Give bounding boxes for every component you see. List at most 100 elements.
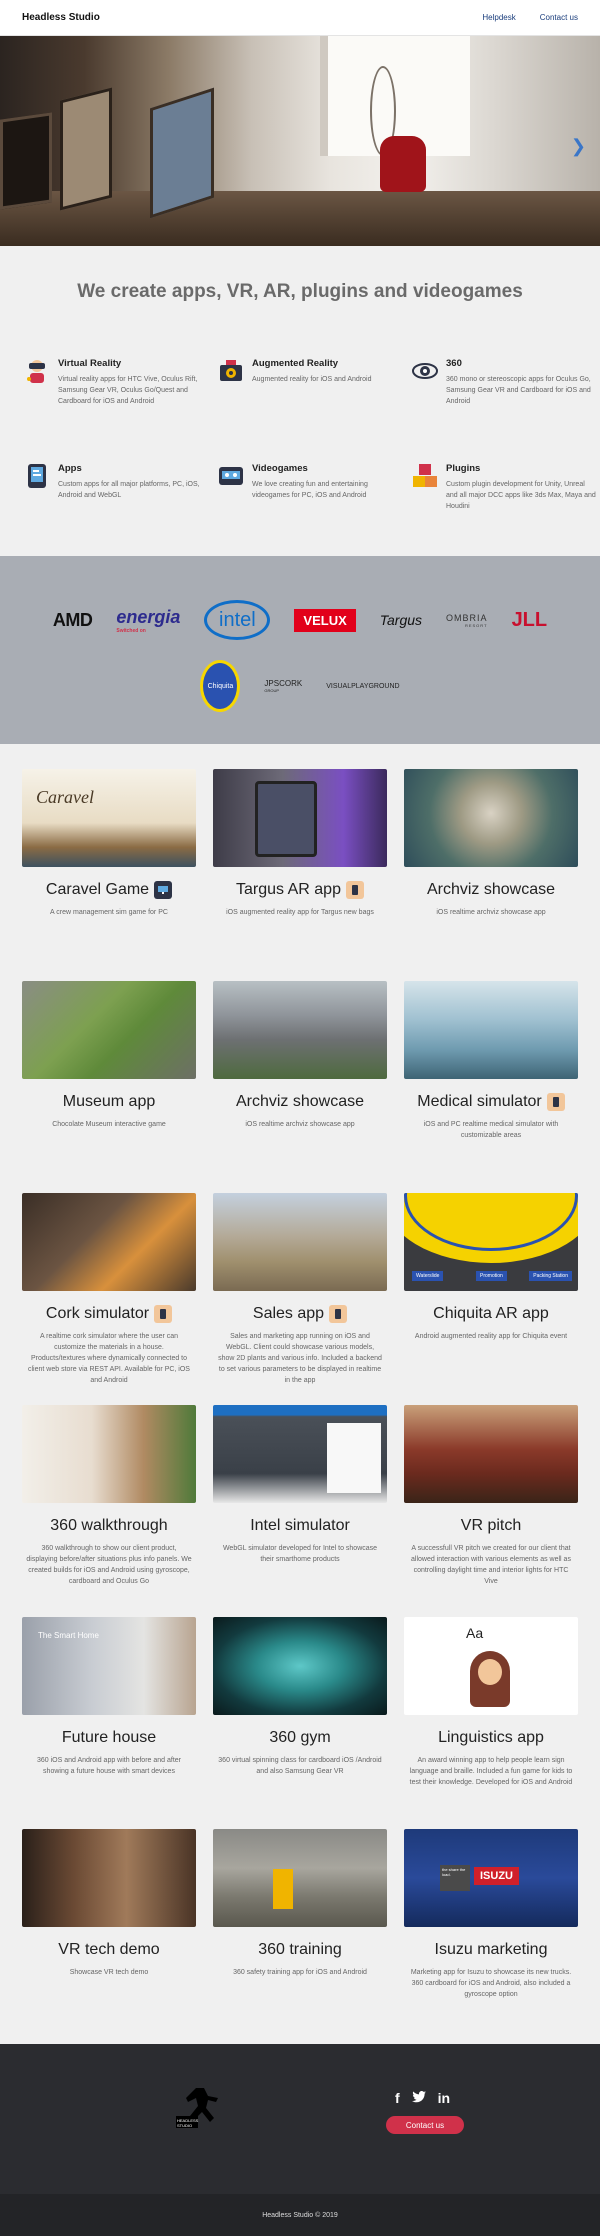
forklift-shape [273, 1869, 293, 1909]
client-logo-amd: AMD [52, 609, 93, 630]
hero-chair [380, 136, 426, 192]
project-thumbnail[interactable]: the share the load. ISUZU [404, 1829, 578, 1927]
service-desc: We love creating fun and entertaining vi… [252, 481, 368, 499]
ombria-name: OMBRIA [446, 612, 488, 623]
project-desc: An award winning app to help people lear… [409, 1757, 573, 1786]
social-links: f in [395, 2090, 450, 2106]
project-thumbnail[interactable] [22, 981, 196, 1079]
project-thumbnail[interactable] [404, 769, 578, 867]
project-thumbnail[interactable] [213, 1829, 387, 1927]
service-apps: Apps Custom apps for all major platforms,… [22, 461, 208, 556]
project-card[interactable]: Archviz showcase iOS realtime archviz sh… [213, 981, 387, 1193]
project-card[interactable]: 360 walkthrough 360 walkthrough to show … [22, 1405, 196, 1617]
project-title: Archviz showcase [213, 1093, 387, 1111]
top-navbar: Headless Studio Helpdesk Contact us [0, 0, 600, 36]
project-title: Intel simulator [213, 1517, 387, 1535]
project-title-text: Archviz showcase [426, 881, 556, 898]
twitter-icon[interactable] [411, 2090, 426, 2106]
project-desc: Chocolate Museum interactive game [52, 1121, 166, 1128]
project-title: Museum app [22, 1093, 196, 1111]
service-title: Augmented Reality [252, 358, 339, 369]
copyright-bar: Headless Studio © 2019 [0, 2194, 600, 2236]
project-card[interactable]: 360 training 360 safety training app for… [213, 1829, 387, 2041]
chevron-right-icon[interactable]: ❯ [571, 136, 586, 157]
nav-link-contact[interactable]: Contact us [540, 13, 578, 22]
project-card[interactable]: The Smart Home Future house 360 iOS and … [22, 1617, 196, 1829]
isuzu-logo: ISUZU [474, 1867, 519, 1885]
energia-name: energia [116, 606, 181, 627]
hand-phone-icon [329, 1305, 348, 1323]
project-thumbnail[interactable]: Waterslide Promotion Packing Station [404, 1193, 578, 1291]
service-title: Plugins [446, 463, 481, 474]
project-thumbnail[interactable] [22, 1193, 196, 1291]
project-card[interactable]: the share the load. ISUZU Isuzu marketin… [404, 1829, 578, 2041]
project-thumbnail[interactable] [22, 1829, 196, 1927]
nav-links: Helpdesk Contact us [482, 13, 578, 22]
footer-logo[interactable]: HEADLESS STUDIO [174, 2078, 226, 2135]
client-logo-targus: Targus [379, 612, 423, 628]
service-title: Virtual Reality [58, 358, 122, 369]
gamepad-icon [216, 461, 246, 491]
project-title-text: 360 training [258, 1941, 342, 1958]
project-title-text: Future house [61, 1729, 157, 1746]
project-card[interactable]: Intel simulator WebGL simulator develope… [213, 1405, 387, 1617]
project-card[interactable]: VR tech demo Showcase VR tech demo [22, 1829, 196, 2041]
project-card[interactable]: 360 gym 360 virtual spinning class for c… [213, 1617, 387, 1829]
clients-row: Chiquita JPSCORK GROUP VISUALPLAYGROUND [0, 660, 600, 712]
service-desc: 360 mono or stereoscopic apps for Oculus… [446, 376, 591, 405]
project-thumbnail[interactable] [213, 1405, 387, 1503]
project-thumbnail[interactable] [213, 769, 387, 867]
project-title-text: 360 gym [269, 1729, 331, 1746]
facebook-icon[interactable]: f [395, 2090, 400, 2106]
project-thumbnail[interactable] [404, 1405, 578, 1503]
footer: HEADLESS STUDIO f in Contact us [0, 2044, 600, 2194]
service-title: 360 [446, 358, 462, 369]
project-card[interactable]: VR pitch A successfull VR pitch we creat… [404, 1405, 578, 1617]
project-thumbnail[interactable] [213, 981, 387, 1079]
services-grid: Virtual Reality Virtual reality apps for … [0, 356, 600, 556]
project-thumbnail[interactable] [213, 1617, 387, 1715]
project-title-text: Sales app [252, 1305, 325, 1322]
project-title: VR pitch [404, 1517, 578, 1535]
project-title: Chiquita AR app [404, 1305, 578, 1323]
project-title: Sales app [213, 1305, 387, 1323]
project-card[interactable]: Targus AR app iOS augmented reality app … [213, 769, 387, 981]
service-desc: Custom plugin development for Unity, Unr… [446, 481, 596, 510]
project-thumbnail[interactable] [404, 981, 578, 1079]
project-thumbnail[interactable]: Caravel [22, 769, 196, 867]
project-title-text: Targus AR app [236, 881, 341, 898]
project-title-text: VR pitch [460, 1517, 522, 1534]
project-title-text: Intel simulator [250, 1517, 350, 1534]
service-videogames: Videogames We love creating fun and enter… [216, 461, 402, 556]
project-card[interactable]: Waterslide Promotion Packing Station Chi… [404, 1193, 578, 1405]
linkedin-icon[interactable]: in [438, 2090, 450, 2106]
project-title-text: Chiquita AR app [433, 1305, 549, 1322]
project-thumbnail[interactable]: Aa [404, 1617, 578, 1715]
footer-logo-text: HEADLESS STUDIO [177, 2118, 199, 2128]
project-card[interactable]: Medical simulator iOS and PC realtime me… [404, 981, 578, 1193]
project-card[interactable]: Aa Linguistics app An award winning app … [404, 1617, 578, 1829]
project-title-text: Isuzu marketing [434, 1941, 548, 1958]
project-thumbnail[interactable] [22, 1405, 196, 1503]
project-card[interactable]: Caravel Caravel Game A crew management s… [22, 769, 196, 981]
vr-headset-icon [22, 356, 52, 386]
project-card[interactable]: Museum app Chocolate Museum interactive … [22, 981, 196, 1193]
contact-button[interactable]: Contact us [386, 2116, 464, 2134]
nav-link-helpdesk[interactable]: Helpdesk [482, 13, 515, 22]
jps-sub: GROUP [264, 688, 280, 693]
project-title-text: Archviz showcase [235, 1093, 365, 1110]
project-card[interactable]: Cork simulator A realtime cork simulator… [22, 1193, 196, 1405]
project-thumbnail[interactable]: The Smart Home [22, 1617, 196, 1715]
project-desc: 360 safety training app for iOS and Andr… [233, 1969, 367, 1976]
project-card[interactable]: Sales app Sales and marketing app runnin… [213, 1193, 387, 1405]
chiquita-label: Packing Station [529, 1271, 572, 1281]
project-thumbnail[interactable] [213, 1193, 387, 1291]
project-title: Medical simulator [404, 1093, 578, 1111]
project-title: 360 training [213, 1941, 387, 1959]
client-logo-jpscork: JPSCORK GROUP [264, 679, 302, 693]
linguistics-text: Aa [466, 1625, 484, 1641]
brand-logo[interactable]: Headless Studio [22, 12, 100, 23]
project-card[interactable]: Archviz showcase iOS realtime archviz sh… [404, 769, 578, 981]
service-360: 360 360 mono or stereoscopic apps for Ocu… [410, 356, 596, 451]
service-desc: Custom apps for all major platforms, PC,… [58, 481, 200, 499]
